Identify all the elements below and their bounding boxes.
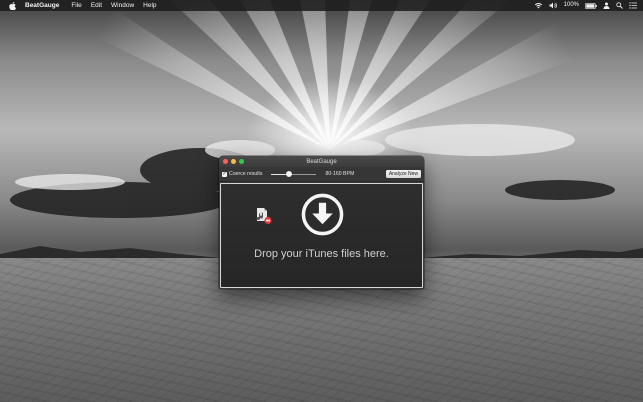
download-icon (301, 193, 344, 236)
menu-window[interactable]: Window (111, 0, 134, 11)
toolbar: ✓ Coerce results 80-160 BPM Analyze New (219, 167, 424, 182)
wifi-icon[interactable] (534, 2, 543, 9)
coerce-results-checkbox[interactable]: ✓ (222, 170, 227, 177)
menu-help[interactable]: Help (143, 0, 156, 11)
checkmark-icon: ✓ (222, 170, 227, 177)
menu-edit[interactable]: Edit (91, 0, 102, 11)
list-icon[interactable] (629, 2, 637, 9)
status-area: 100% (528, 0, 637, 11)
analyze-new-button[interactable]: Analyze New (385, 170, 421, 178)
user-icon[interactable] (603, 2, 610, 9)
coerce-results-label[interactable]: Coerce results (229, 171, 262, 177)
zoom-button[interactable] (239, 159, 244, 164)
menu-app-name[interactable]: BeatGauge (25, 0, 59, 11)
window-title: BeatGauge (306, 158, 337, 165)
battery-percent: 100% (563, 2, 579, 8)
close-button[interactable] (223, 159, 228, 164)
drop-zone[interactable]: Drop your iTunes files here. (220, 183, 423, 288)
bpm-range-label: 80-160 BPM (325, 171, 355, 177)
apple-icon[interactable] (9, 1, 17, 10)
slider-thumb[interactable] (285, 171, 292, 177)
drop-zone-message: Drop your iTunes files here. (254, 248, 389, 260)
menu-bar: BeatGauge File Edit Window Help 100% (0, 0, 643, 11)
volume-icon[interactable] (549, 2, 558, 9)
window-titlebar[interactable]: BeatGauge (219, 156, 424, 167)
bpm-range-slider[interactable] (271, 171, 317, 177)
file-drag-icon (256, 208, 272, 225)
minimize-button[interactable] (231, 159, 236, 164)
search-icon[interactable] (616, 2, 623, 9)
battery-icon[interactable] (585, 2, 597, 9)
app-window: BeatGauge ✓ Coerce results 80-160 BPM An… (219, 156, 424, 289)
menu-file[interactable]: File (71, 0, 81, 11)
window-controls (223, 159, 247, 164)
